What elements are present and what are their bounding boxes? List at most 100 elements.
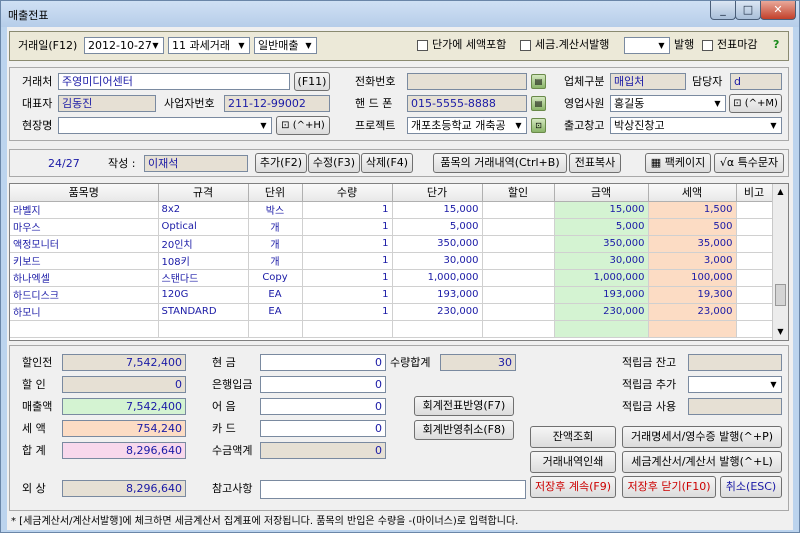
table-cell[interactable] — [554, 320, 649, 338]
points-add-select[interactable]: ▼ — [688, 376, 782, 393]
table-cell[interactable]: 108키 — [158, 252, 249, 270]
table-cell[interactable]: 35,000 — [648, 235, 737, 253]
table-cell[interactable]: EA — [248, 286, 303, 304]
table-cell[interactable] — [482, 286, 555, 304]
cash-field[interactable]: 0 — [260, 354, 386, 371]
trade-print-button[interactable]: 거래내역인쇄 — [530, 451, 616, 473]
table-cell[interactable]: 350,000 — [392, 235, 483, 253]
table-cell[interactable]: 1 — [302, 201, 393, 219]
table-cell[interactable]: STANDARD — [158, 303, 249, 321]
edit-button[interactable]: 수정(F3) — [308, 153, 360, 173]
table-cell[interactable]: Optical — [158, 218, 249, 236]
phone-book-icon[interactable]: ▤ — [531, 74, 546, 89]
table-cell[interactable]: 350,000 — [554, 235, 649, 253]
grid-header-cell[interactable]: 규격 — [158, 184, 249, 202]
table-cell[interactable]: 개 — [248, 218, 303, 236]
table-row[interactable]: 하나엑셀 스탠다드 Copy 1 1,000,000 1,000,000 100,000 — [10, 269, 773, 287]
table-cell[interactable]: 5,000 — [554, 218, 649, 236]
grid-header-cell[interactable]: 할인 — [482, 184, 555, 202]
table-cell[interactable] — [736, 269, 773, 287]
table-cell[interactable]: 1 — [302, 235, 393, 253]
phone-field[interactable] — [407, 73, 527, 90]
table-cell[interactable]: 23,000 — [648, 303, 737, 321]
table-cell[interactable]: 1,000,000 — [554, 269, 649, 287]
add-button[interactable]: 추가(F2) — [255, 153, 307, 173]
table-cell[interactable]: 230,000 — [554, 303, 649, 321]
table-cell[interactable]: 하드디스크 — [10, 286, 159, 304]
scroll-up-icon[interactable]: ▲ — [773, 184, 788, 199]
table-cell[interactable] — [736, 303, 773, 321]
manager-field[interactable]: d — [730, 73, 782, 90]
table-cell[interactable]: 1 — [302, 269, 393, 287]
table-cell[interactable]: 20인치 — [158, 235, 249, 253]
package-button[interactable]: ▦ 팩케이지 — [645, 153, 711, 173]
table-cell[interactable] — [736, 235, 773, 253]
table-cell[interactable]: 개 — [248, 252, 303, 270]
memo-field[interactable] — [260, 480, 526, 499]
table-cell[interactable]: 1,000,000 — [392, 269, 483, 287]
table-row[interactable]: 키보드 108키 개 1 30,000 30,000 3,000 — [10, 252, 773, 270]
table-cell[interactable] — [482, 218, 555, 236]
close-icon[interactable]: ✕ — [760, 1, 796, 20]
table-cell[interactable]: 120G — [158, 286, 249, 304]
table-cell[interactable]: 하나엑셀 — [10, 269, 159, 287]
sales-lookup-button[interactable]: ⊡ (^+M) — [729, 94, 782, 113]
table-cell[interactable] — [736, 218, 773, 236]
grid-header-cell[interactable]: 금액 — [554, 184, 649, 202]
site-select[interactable]: ▼ — [58, 117, 272, 134]
copy-voucher-button[interactable]: 전표복사 — [569, 153, 621, 173]
table-cell[interactable]: 스탠다드 — [158, 269, 249, 287]
points-use-field[interactable] — [688, 398, 782, 415]
site-lookup-button[interactable]: ⊡ (^+H) — [276, 116, 330, 135]
balance-button[interactable]: 잔액조회 — [530, 426, 616, 448]
table-cell[interactable]: 3,000 — [648, 252, 737, 270]
project-select[interactable]: 개포초등학교 개축공 ▼ — [407, 117, 527, 134]
sale-type-select[interactable]: 일반매출 ▼ — [254, 37, 317, 54]
table-cell[interactable]: 1 — [302, 286, 393, 304]
bill-field[interactable]: 0 — [260, 398, 386, 415]
table-cell[interactable] — [736, 201, 773, 219]
table-cell[interactable] — [482, 201, 555, 219]
bizno-field[interactable]: 211-12-99002 — [224, 95, 330, 112]
table-cell[interactable] — [482, 320, 555, 338]
grid-header-cell[interactable]: 단가 — [392, 184, 483, 202]
table-cell[interactable] — [392, 320, 483, 338]
table-row[interactable]: 라벨지 8x2 박스 1 15,000 15,000 1,500 — [10, 201, 773, 219]
grid-header-cell[interactable]: 세액 — [648, 184, 737, 202]
table-cell[interactable]: 1,500 — [648, 201, 737, 219]
save-close-button[interactable]: 저장후 닫기(F10) — [622, 476, 716, 498]
table-row[interactable]: 하모니 STANDARD EA 1 230,000 230,000 23,000 — [10, 303, 773, 321]
table-cell[interactable] — [482, 235, 555, 253]
accounting-cancel-button[interactable]: 회계반영취소(F8) — [414, 420, 514, 440]
table-row[interactable]: 액정모니터 20인치 개 1 350,000 350,000 35,000 — [10, 235, 773, 253]
project-lookup-icon[interactable]: ⊡ — [531, 118, 546, 133]
mobile-field[interactable]: 015-5555-8888 — [407, 95, 527, 112]
table-cell[interactable]: 30,000 — [392, 252, 483, 270]
item-grid[interactable]: 품목명 규격 단위 수량 단가 할인 금액 세액 비고 라벨지 8x2 박스 1 15,000 15,00… — [9, 183, 789, 341]
table-cell[interactable] — [158, 320, 249, 338]
tax-type-select[interactable]: 11 과세거래 ▼ — [168, 37, 250, 54]
grid-scrollbar[interactable]: ▲ ▼ — [772, 184, 788, 340]
table-cell[interactable]: 15,000 — [554, 201, 649, 219]
table-cell[interactable]: 마우스 — [10, 218, 159, 236]
table-cell[interactable]: 1 — [302, 218, 393, 236]
cancel-button[interactable]: 취소(ESC) — [720, 476, 782, 498]
ceo-field[interactable]: 김동진 — [58, 95, 156, 112]
table-cell[interactable]: Copy — [248, 269, 303, 287]
table-cell[interactable] — [736, 252, 773, 270]
table-cell[interactable]: 100,000 — [648, 269, 737, 287]
special-char-button[interactable]: √α 특수문자 — [714, 153, 784, 173]
grid-header-cell[interactable]: 수량 — [302, 184, 393, 202]
card-field[interactable]: 0 — [260, 420, 386, 437]
scroll-down-icon[interactable]: ▼ — [773, 324, 788, 339]
table-cell[interactable]: 하모니 — [10, 303, 159, 321]
table-cell[interactable]: 230,000 — [392, 303, 483, 321]
accounting-apply-button[interactable]: 회계전표반영(F7) — [414, 396, 514, 416]
tax-invoice-issue-button[interactable]: 세금계산서/계산서 발행(^+L) — [622, 451, 782, 473]
tax-invoice-checkbox[interactable] — [520, 40, 531, 51]
client-field[interactable]: 주영미디어센터 — [58, 73, 290, 90]
table-cell[interactable] — [736, 320, 773, 338]
table-cell[interactable]: 개 — [248, 235, 303, 253]
table-cell[interactable]: 키보드 — [10, 252, 159, 270]
help-icon[interactable]: ? — [773, 38, 779, 52]
